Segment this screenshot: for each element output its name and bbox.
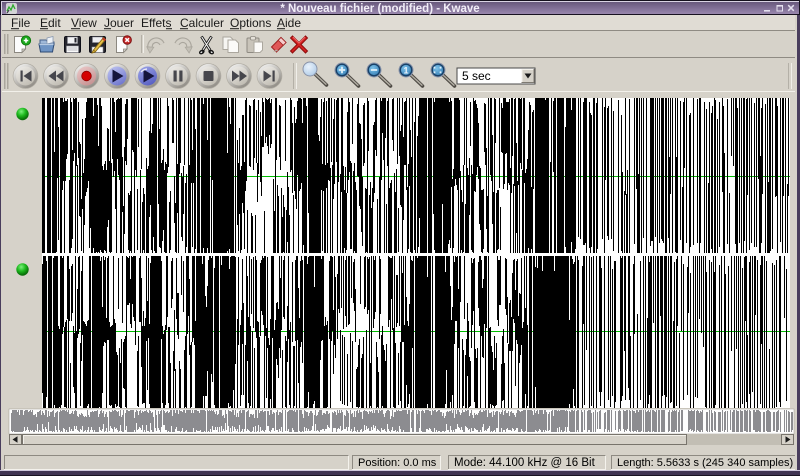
svg-text:Edit: Edit (40, 16, 61, 30)
svg-text:Jouer: Jouer (104, 16, 134, 30)
svg-text:Aide: Aide (277, 16, 301, 30)
svg-text:5 sec: 5 sec (462, 69, 491, 83)
svg-text:File: File (11, 16, 31, 30)
svg-text:Options: Options (230, 16, 271, 30)
svg-text:1: 1 (403, 66, 408, 76)
svg-text:Effets: Effets (141, 16, 171, 30)
svg-text:Position: 0.0 ms: Position: 0.0 ms (358, 457, 437, 469)
svg-text:Mode: 44.100 kHz @ 16 Bit: Mode: 44.100 kHz @ 16 Bit (454, 457, 596, 469)
svg-text:Calculer: Calculer (180, 16, 224, 30)
svg-text:View: View (71, 16, 97, 30)
svg-text:Length: 5.5633 s (245 340 samp: Length: 5.5633 s (245 340 samples) (617, 457, 793, 469)
svg-text:* Nouveau fichier (modified) -: * Nouveau fichier (modified) - Kwave (280, 3, 479, 15)
